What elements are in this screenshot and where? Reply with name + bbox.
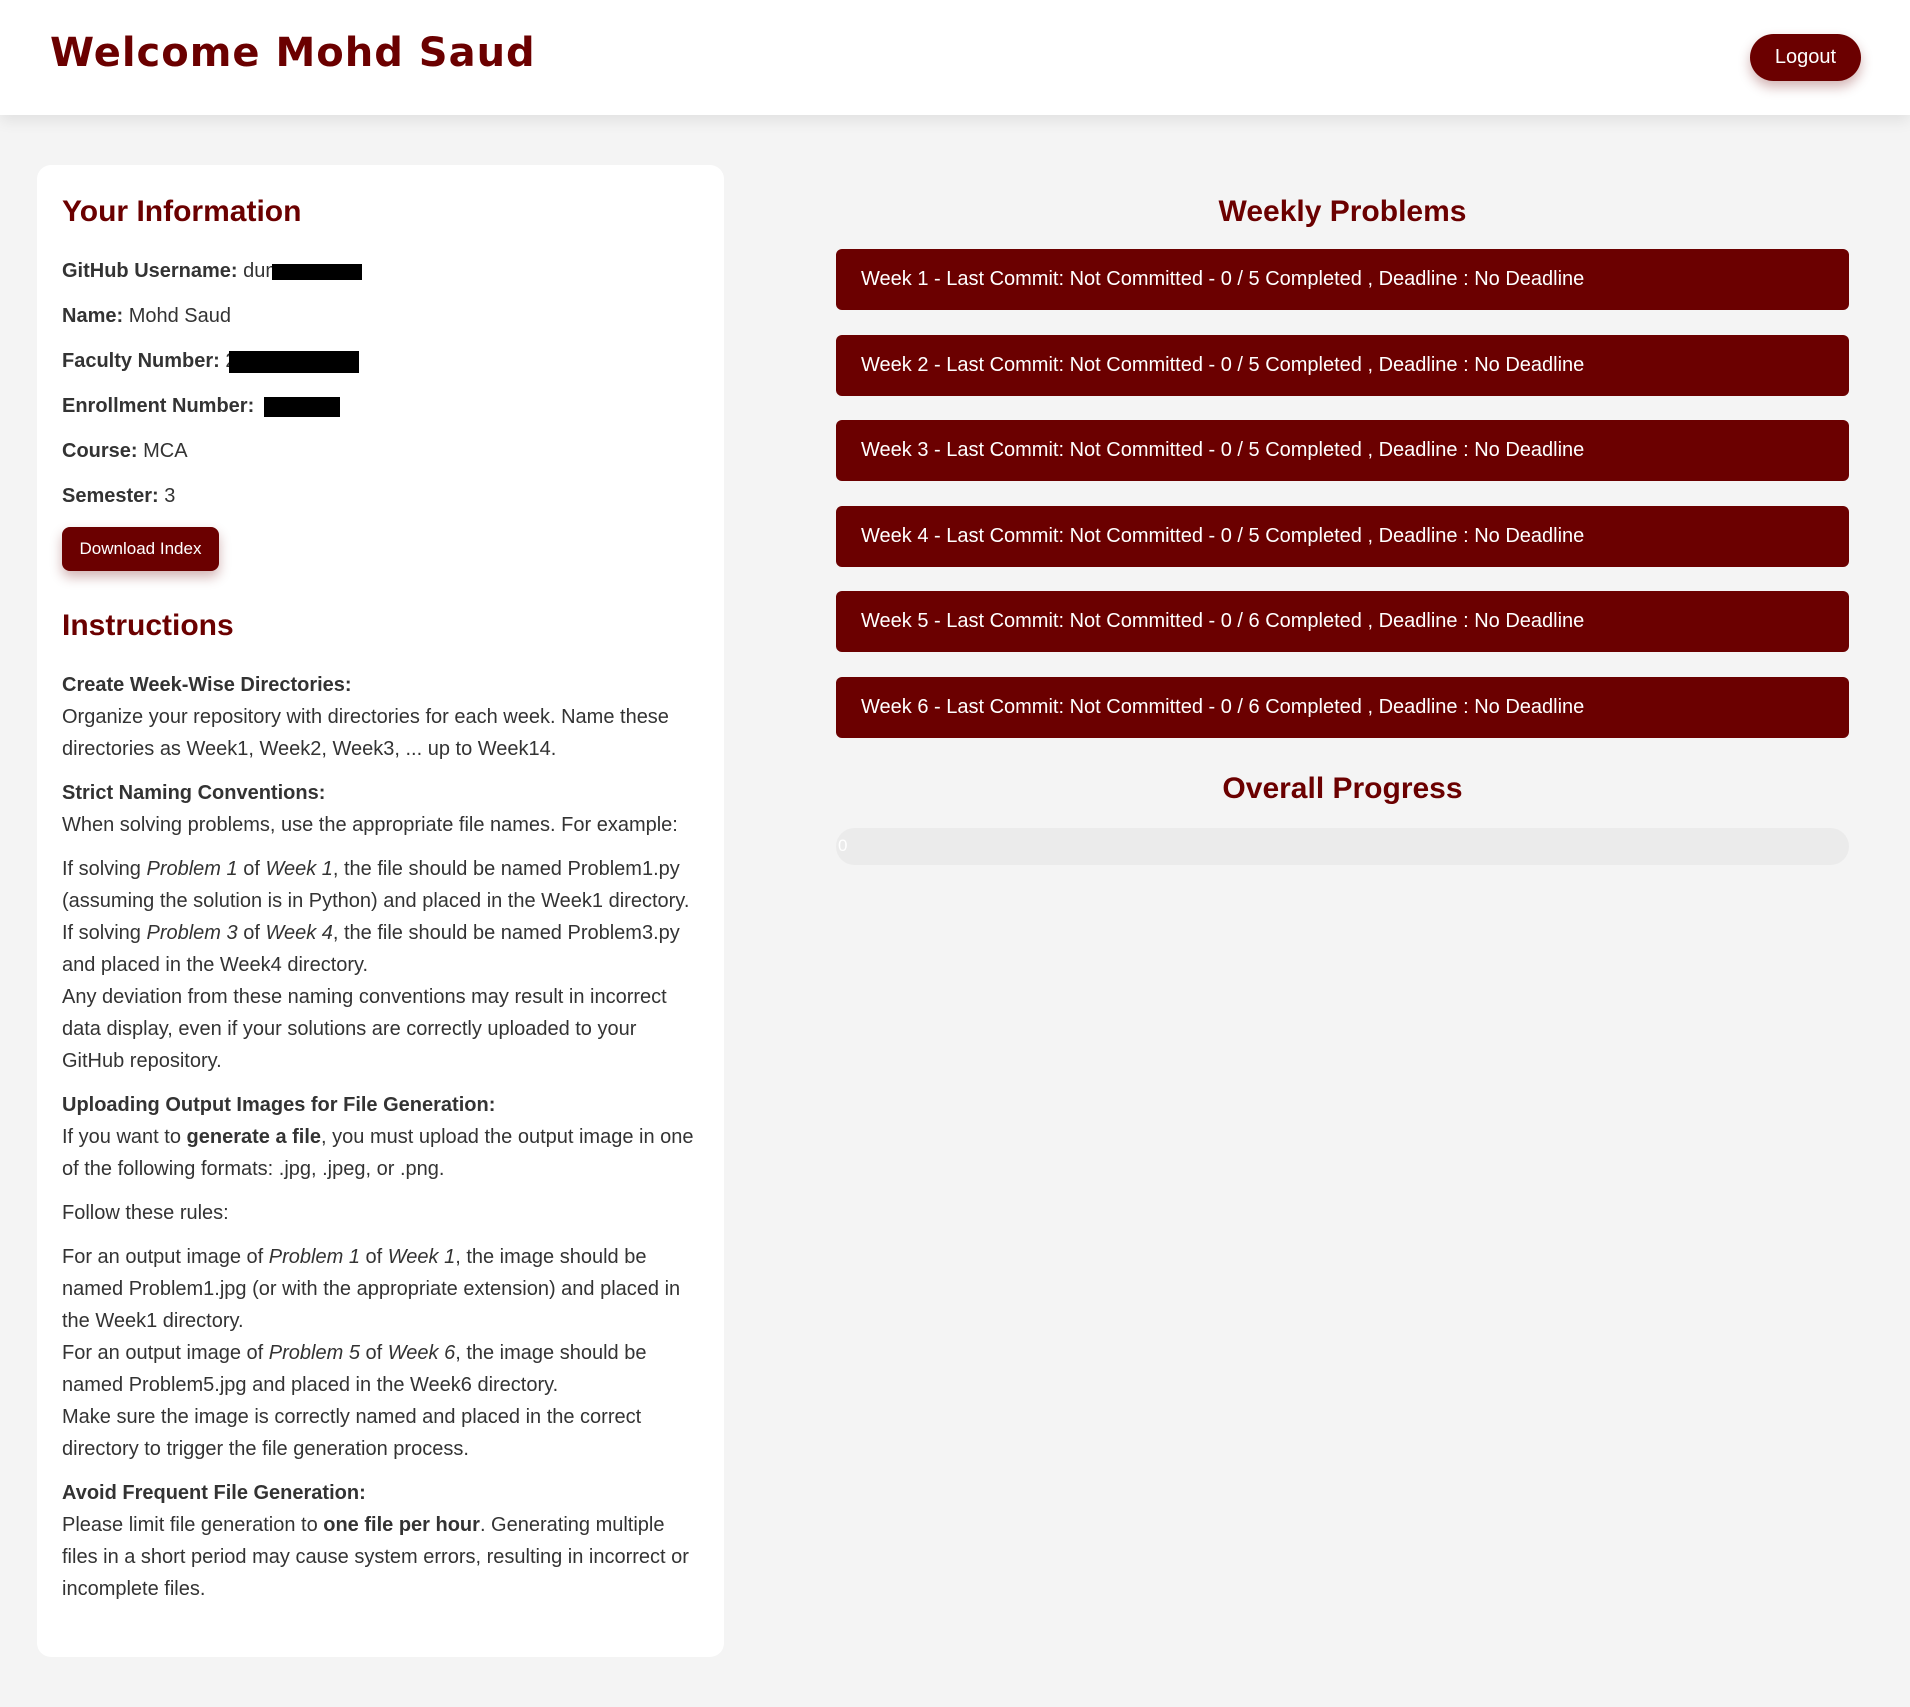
example-text: If solving Problem 1 of Week 1, the file…: [62, 858, 690, 912]
rule-text: For an output image of Problem 5 of Week…: [62, 1342, 647, 1396]
week-3-button[interactable]: Week 3 - Last Commit: Not Committed - 0 …: [836, 420, 1849, 481]
week-list: Week 1 - Last Commit: Not Committed - 0 …: [836, 249, 1849, 738]
course-row: Course: MCA: [62, 429, 699, 474]
week-4-button[interactable]: Week 4 - Last Commit: Not Committed - 0 …: [836, 505, 1849, 567]
weekly-panel: Weekly Problems Week 1 - Last Commit: No…: [836, 165, 1849, 865]
course-label: Course:: [62, 440, 138, 462]
name-label: Name:: [62, 305, 124, 327]
semester-value: 3: [164, 485, 176, 507]
redaction-block: [263, 396, 340, 417]
github-row: GitHub Username: dum: [62, 249, 699, 294]
info-card: Your Information GitHub Username: dum Na…: [37, 165, 724, 1657]
instructions-body: Create Week-Wise Directories: Organize y…: [62, 669, 699, 1605]
info-title: Your Information: [62, 195, 302, 228]
semester-label: Semester:: [62, 485, 159, 507]
week-6-button[interactable]: Week 6 - Last Commit: Not Committed - 0 …: [836, 676, 1849, 738]
download-index-button[interactable]: Download Index: [62, 527, 219, 571]
section-heading: Create Week-Wise Directories:: [62, 674, 352, 696]
rule-text: Make sure the image is correctly named a…: [62, 1406, 642, 1460]
section-text: If you want to generate a file, you must…: [62, 1126, 694, 1180]
rule-text: For an output image of Problem 1 of Week…: [62, 1246, 681, 1332]
overall-progress-title: Overall Progress: [1222, 771, 1463, 805]
semester-row: Semester: 3: [62, 474, 699, 519]
instructions-title: Instructions: [62, 609, 234, 642]
rules-text: Follow these rules:: [62, 1202, 229, 1224]
weekly-problems-title: Weekly Problems: [1218, 195, 1467, 228]
top-bar: Welcome Mohd Saud Logout: [0, 0, 1910, 115]
section-text: When solving problems, use the appropria…: [62, 814, 678, 836]
redaction-block: [228, 350, 359, 373]
section-text: Organize your repository with directorie…: [62, 706, 669, 760]
enrollment-label: Enrollment Number:: [62, 395, 255, 417]
progress-bar: 0: [836, 827, 1849, 865]
section-heading: Strict Naming Conventions:: [62, 782, 326, 804]
redaction-block: [272, 263, 363, 280]
enrollment-row: Enrollment Number:: [62, 384, 699, 429]
welcome-heading: Welcome Mohd Saud: [50, 30, 536, 76]
logout-button[interactable]: Logout: [1750, 34, 1861, 81]
github-label: GitHub Username:: [62, 260, 238, 282]
progress-label: 0: [838, 835, 848, 855]
name-row: Name: Mohd Saud: [62, 294, 699, 339]
info-list: GitHub Username: dum Name: Mohd Saud Fac…: [62, 249, 699, 519]
week-2-button[interactable]: Week 2 - Last Commit: Not Committed - 0 …: [836, 334, 1849, 396]
section-heading: Uploading Output Images for File Generat…: [62, 1094, 496, 1116]
section-heading: Avoid Frequent File Generation:: [62, 1482, 366, 1504]
week-5-button[interactable]: Week 5 - Last Commit: Not Committed - 0 …: [836, 591, 1849, 652]
name-value: Mohd Saud: [128, 305, 231, 327]
warning-text: Any deviation from these naming conventi…: [62, 986, 667, 1072]
example-text: If solving Problem 3 of Week 4, the file…: [62, 922, 680, 976]
faculty-label: Faculty Number:: [62, 350, 220, 372]
course-value: MCA: [143, 440, 188, 462]
section-text: Please limit file generation to one file…: [62, 1514, 689, 1600]
faculty-row: Faculty Number: 2: [62, 339, 699, 384]
week-1-button[interactable]: Week 1 - Last Commit: Not Committed - 0 …: [836, 249, 1849, 310]
